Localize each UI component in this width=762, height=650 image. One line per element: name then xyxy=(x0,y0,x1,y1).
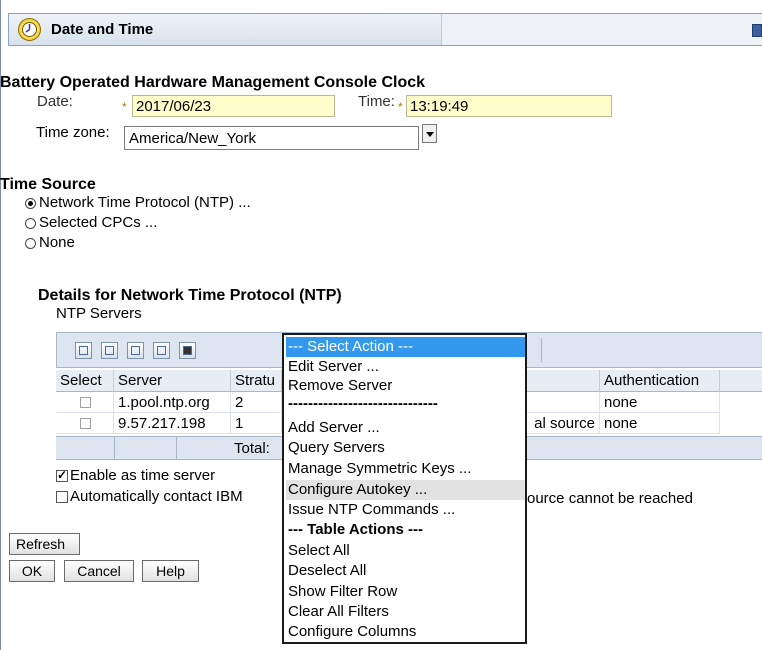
deselect-all-icon[interactable] xyxy=(101,342,118,359)
menu-item-deselect-all[interactable]: Deselect All xyxy=(286,561,525,581)
select-all-icon[interactable] xyxy=(75,342,92,359)
timezone-label: Time zone: xyxy=(36,124,110,141)
auto-contact-ibm-option[interactable]: Automatically contact IBM xyxy=(56,488,243,505)
enable-time-server-checkbox[interactable] xyxy=(56,468,68,483)
auto-contact-ibm-label-tail: ource cannot be reached xyxy=(527,490,693,507)
radio-ntp[interactable]: Network Time Protocol (NTP) ... xyxy=(25,194,251,211)
column-header-stratum[interactable]: Stratu xyxy=(231,370,282,392)
ntp-servers-label: NTP Servers xyxy=(56,305,142,322)
clock-icon xyxy=(18,18,41,41)
time-input[interactable]: 13:19:49 xyxy=(406,95,612,117)
radio-icon[interactable] xyxy=(25,217,36,229)
cancel-button[interactable]: Cancel xyxy=(64,560,134,582)
select-action-menu[interactable]: --- Select Action --- Edit Server ... Re… xyxy=(282,333,527,644)
date-label: Date: xyxy=(37,93,73,110)
menu-item-edit-server[interactable]: Edit Server ... xyxy=(286,357,525,377)
clear-filters-icon[interactable] xyxy=(153,342,170,359)
help-button[interactable]: Help xyxy=(142,560,199,582)
menu-item-query-servers[interactable]: Query Servers xyxy=(286,438,525,458)
clock-section-title: Battery Operated Hardware Management Con… xyxy=(0,74,426,91)
info-icon[interactable] xyxy=(752,24,762,37)
time-label: Time: xyxy=(358,93,395,110)
footer-divider xyxy=(114,437,115,459)
auto-contact-ibm-checkbox[interactable] xyxy=(56,491,68,504)
radio-icon[interactable] xyxy=(25,237,36,249)
auto-contact-ibm-label: Automatically contact IBM xyxy=(70,488,243,505)
time-required-marker: * xyxy=(398,100,403,114)
timezone-select[interactable]: America/New_York xyxy=(124,126,419,150)
menu-separator: ------------------------------ xyxy=(288,397,438,412)
server-cell: 9.57.217.198 xyxy=(114,413,231,434)
title-bar: Date and Time xyxy=(8,13,762,46)
enable-time-server-label: Enable as time server xyxy=(70,467,216,484)
menu-item-manage-symmetric-keys[interactable]: Manage Symmetric Keys ... xyxy=(286,459,525,479)
total-label: Total: xyxy=(234,440,270,457)
stratum-cell: 1 xyxy=(231,413,282,434)
row-select-cell[interactable] xyxy=(56,392,114,413)
row-checkbox[interactable] xyxy=(80,418,91,429)
radio-cpcs-label: Selected CPCs ... xyxy=(39,214,158,231)
radio-ntp-label: Network Time Protocol (NTP) ... xyxy=(39,194,251,211)
menu-item-select-action[interactable]: --- Select Action --- xyxy=(286,337,525,357)
authentication-cell: none xyxy=(600,392,720,413)
menu-item-configure-autokey[interactable]: Configure Autokey ... xyxy=(286,480,525,500)
column-header-select[interactable]: Select xyxy=(56,370,114,392)
row-select-cell[interactable] xyxy=(56,413,114,434)
column-header-extra xyxy=(720,370,762,392)
ntp-details-title: Details for Network Time Protocol (NTP) xyxy=(38,287,342,304)
page-title: Date and Time xyxy=(51,21,154,38)
menu-item-remove-server[interactable]: Remove Server xyxy=(286,376,525,396)
show-filter-row-icon[interactable] xyxy=(127,342,144,359)
row-checkbox[interactable] xyxy=(80,397,91,408)
menu-item-select-all[interactable]: Select All xyxy=(286,541,525,561)
radio-none-label: None xyxy=(39,234,75,251)
menu-item-add-server[interactable]: Add Server ... xyxy=(286,418,525,438)
refresh-button[interactable]: Refresh xyxy=(9,533,80,555)
radio-selected-cpcs[interactable]: Selected CPCs ... xyxy=(25,214,157,231)
server-cell: 1.pool.ntp.org xyxy=(114,392,231,413)
menu-item-issue-ntp-commands[interactable]: Issue NTP Commands ... xyxy=(286,500,525,520)
enable-time-server-option[interactable]: Enable as time server xyxy=(56,467,215,484)
authentication-cell: none xyxy=(600,413,720,434)
chevron-down-icon[interactable] xyxy=(422,124,437,143)
configure-columns-icon[interactable] xyxy=(179,342,196,359)
title-bar-right-panel xyxy=(441,14,762,45)
radio-selected-icon[interactable] xyxy=(25,197,36,209)
footer-divider xyxy=(176,437,177,459)
stratum-cell: 2 xyxy=(231,392,282,413)
page-left-border xyxy=(0,0,1,650)
radio-none[interactable]: None xyxy=(25,234,75,251)
time-source-title: Time Source xyxy=(0,176,96,193)
menu-group-table-actions: --- Table Actions --- xyxy=(288,521,423,538)
column-header-authentication[interactable]: Authentication xyxy=(600,370,720,392)
toolbar-divider xyxy=(541,338,542,362)
column-header-server[interactable]: Server xyxy=(114,370,231,392)
menu-item-clear-all-filters[interactable]: Clear All Filters xyxy=(286,602,525,622)
menu-item-configure-columns[interactable]: Configure Columns xyxy=(286,622,525,642)
date-input[interactable]: 2017/06/23 xyxy=(132,95,335,117)
ok-button[interactable]: OK xyxy=(9,560,55,582)
date-required-marker: * xyxy=(122,100,127,114)
menu-item-show-filter-row[interactable]: Show Filter Row xyxy=(286,582,525,602)
